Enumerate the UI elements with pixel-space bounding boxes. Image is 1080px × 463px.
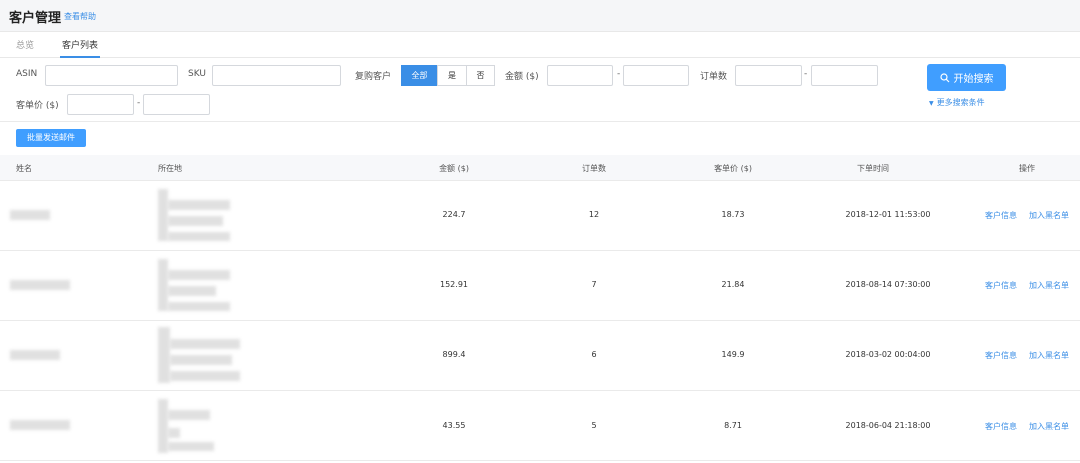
asin-label: ASIN <box>16 69 38 79</box>
redacted-location <box>170 371 240 381</box>
redacted-location <box>158 327 170 383</box>
amount-value: 224.7 <box>442 210 466 219</box>
redacted-location <box>168 410 210 420</box>
orders-value: 5 <box>591 421 597 430</box>
orders-label: 订单数 <box>700 72 728 82</box>
start-search-button[interactable]: 开始搜索 <box>927 64 1006 91</box>
col-name: 姓名 <box>16 164 32 173</box>
order-time-value: 2018-03-02 00:04:00 <box>845 350 931 359</box>
redacted-location <box>170 339 240 349</box>
col-unit-price: 客单价 ($) <box>714 164 752 173</box>
orders-value: 12 <box>588 210 600 219</box>
add-blacklist-link[interactable]: 加入黑名单 <box>1029 210 1069 221</box>
tab-customer-list[interactable]: 客户列表 <box>59 38 101 58</box>
page-header: 客户管理 查看帮助 <box>0 0 1080 32</box>
col-actions: 操作 <box>1019 164 1035 173</box>
table-row: 43.55 5 8.71 2018-06-04 21:18:00 客户信息 加入… <box>0 391 1080 461</box>
amount-min-input[interactable] <box>547 65 613 86</box>
customer-info-link[interactable]: 客户信息 <box>985 210 1017 221</box>
customer-info-link[interactable]: 客户信息 <box>985 280 1017 291</box>
order-time-value: 2018-06-04 21:18:00 <box>845 421 931 430</box>
redacted-name <box>10 350 60 360</box>
unit-price-value: 18.73 <box>721 210 745 219</box>
col-orders: 订单数 <box>582 164 606 173</box>
range-separator: - <box>137 98 141 108</box>
unit-price-min-input[interactable] <box>67 94 134 115</box>
redacted-location <box>168 442 214 451</box>
add-blacklist-link[interactable]: 加入黑名单 <box>1029 280 1069 291</box>
unit-price-value: 21.84 <box>721 280 745 289</box>
redacted-name <box>10 210 50 220</box>
page-title: 客户管理 <box>9 11 62 26</box>
more-conditions-label: 更多搜索条件 <box>936 98 985 107</box>
unit-price-value: 149.9 <box>721 350 745 359</box>
redacted-name <box>10 420 70 430</box>
orders-max-input[interactable] <box>811 65 878 86</box>
repurchase-all-option[interactable]: 全部 <box>401 65 438 86</box>
amount-max-input[interactable] <box>623 65 689 86</box>
col-amount: 金额 ($) <box>439 164 469 173</box>
redacted-location <box>168 302 230 311</box>
amount-value: 152.91 <box>440 280 468 289</box>
batch-email-button[interactable]: 批量发送邮件 <box>16 129 86 147</box>
repurchase-no-option[interactable]: 否 <box>466 65 495 86</box>
customer-info-link[interactable]: 客户信息 <box>985 350 1017 361</box>
redacted-location <box>168 286 216 296</box>
start-search-label: 开始搜索 <box>953 74 994 85</box>
redacted-location <box>158 259 168 311</box>
sku-input[interactable] <box>212 65 341 86</box>
unit-price-label: 客单价 ($) <box>16 101 59 111</box>
unit-price-max-input[interactable] <box>143 94 210 115</box>
redacted-location <box>158 399 168 453</box>
add-blacklist-link[interactable]: 加入黑名单 <box>1029 350 1069 361</box>
redacted-location <box>168 232 230 241</box>
amount-label: 金额 ($) <box>505 72 539 82</box>
table-row: 899.4 6 149.9 2018-03-02 00:04:00 客户信息 加… <box>0 321 1080 391</box>
range-separator: - <box>804 69 808 79</box>
redacted-name <box>10 280 70 290</box>
table-header: 姓名 所在地 金额 ($) 订单数 客单价 ($) 下单时间 操作 <box>0 155 1080 181</box>
range-separator: - <box>617 69 621 79</box>
tab-bar: 总览 客户列表 <box>0 32 1080 58</box>
amount-value: 43.55 <box>442 421 466 430</box>
redacted-location <box>158 189 168 241</box>
tab-overview[interactable]: 总览 <box>16 38 34 51</box>
asin-input[interactable] <box>45 65 178 86</box>
caret-down-icon: ▼ <box>929 100 934 107</box>
redacted-location <box>168 200 230 210</box>
orders-value: 6 <box>591 350 597 359</box>
order-time-value: 2018-12-01 11:53:00 <box>845 210 931 219</box>
add-blacklist-link[interactable]: 加入黑名单 <box>1029 421 1069 432</box>
col-order-time: 下单时间 <box>857 164 889 173</box>
filter-divider <box>0 121 1080 122</box>
order-time-value: 2018-08-14 07:30:00 <box>845 280 931 289</box>
redacted-location <box>170 355 232 365</box>
col-location: 所在地 <box>158 164 182 173</box>
redacted-location <box>168 216 223 226</box>
help-link[interactable]: 查看帮助 <box>64 11 96 22</box>
customer-info-link[interactable]: 客户信息 <box>985 421 1017 432</box>
table-row: 224.7 12 18.73 2018-12-01 11:53:00 客户信息 … <box>0 181 1080 251</box>
search-icon <box>939 72 949 82</box>
redacted-location <box>168 428 180 438</box>
orders-min-input[interactable] <box>735 65 802 86</box>
unit-price-value: 8.71 <box>724 421 742 430</box>
redacted-location <box>168 270 230 280</box>
repurchase-yes-option[interactable]: 是 <box>437 65 467 86</box>
table-row: 152.91 7 21.84 2018-08-14 07:30:00 客户信息 … <box>0 251 1080 321</box>
more-conditions-link[interactable]: ▼ 更多搜索条件 <box>929 97 985 108</box>
amount-value: 899.4 <box>442 350 466 359</box>
sku-label: SKU <box>188 69 206 79</box>
repurchase-label: 复购客户 <box>355 72 392 82</box>
orders-value: 7 <box>591 280 597 289</box>
